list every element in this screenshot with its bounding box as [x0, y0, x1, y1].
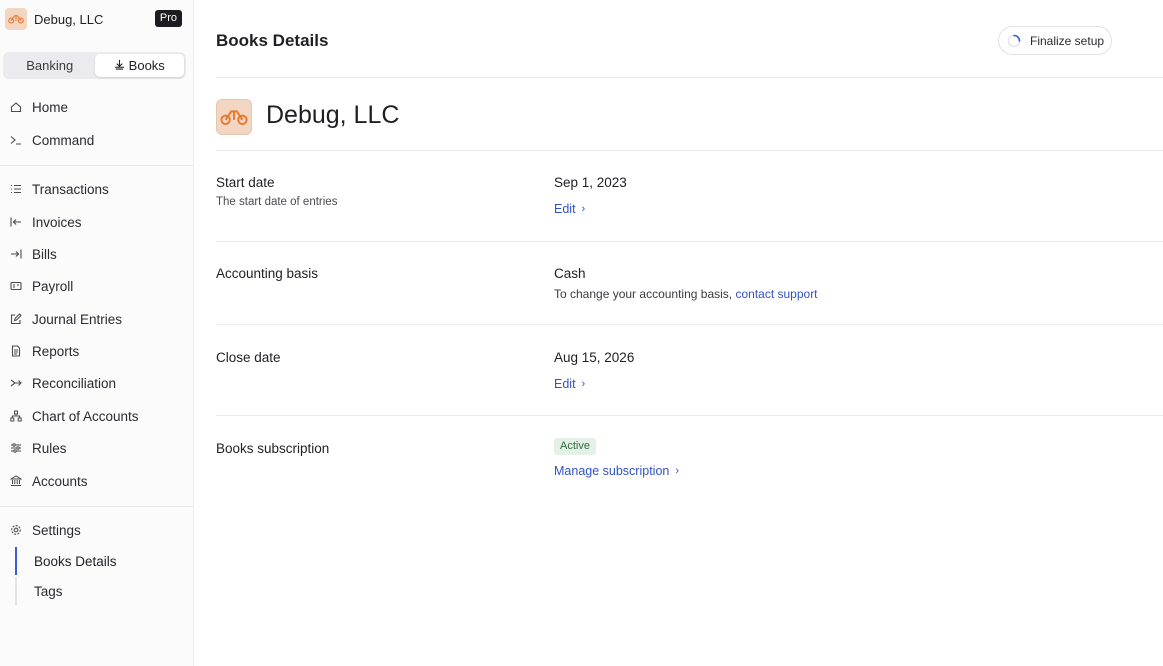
nav-bills-label: Bills [32, 246, 57, 262]
nav-journal-entries-label: Journal Entries [32, 311, 123, 327]
nav-reconciliation[interactable]: Reconciliation [0, 370, 193, 396]
close-date-value: Aug 15, 2026 [554, 350, 635, 365]
main-content: Books Details Finalize setup Debug, LLC … [216, 0, 1163, 666]
close-date-edit-label: Edit [554, 377, 576, 391]
books-tab[interactable]: Books [94, 54, 184, 77]
nav-command[interactable]: Command [0, 127, 193, 153]
accounting-basis-value: Cash [554, 266, 586, 281]
finalize-setup-button[interactable]: Finalize setup [998, 26, 1112, 55]
nav-books-details-label: Books Details [34, 553, 117, 569]
accounting-basis-note: To change your accounting basis, contact… [554, 287, 818, 301]
plan-badge: Pro [154, 10, 182, 27]
nav-invoices-label: Invoices [32, 214, 82, 230]
nav-payroll[interactable]: Payroll [0, 273, 193, 299]
chevron-right-icon: › [675, 465, 680, 477]
nav-reports-label: Reports [32, 343, 80, 359]
gear-icon [9, 523, 23, 537]
books-icon [114, 59, 125, 73]
header-divider [216, 77, 1163, 78]
accounting-basis-label: Accounting basis [216, 266, 319, 281]
books-tab-label: Books [128, 58, 165, 73]
start-date-edit-link[interactable]: Edit › [554, 202, 585, 216]
home-icon [9, 100, 23, 114]
nav-chart-of-accounts-label: Chart of Accounts [32, 408, 139, 424]
accounting-basis-note-text: To change your accounting basis, [554, 287, 733, 301]
arrow-out-icon [9, 247, 23, 261]
section-divider [216, 324, 1163, 325]
section-divider [216, 415, 1163, 416]
manage-subscription-label: Manage subscription [554, 464, 670, 478]
nav-tags-label: Tags [34, 583, 63, 599]
product-switcher: Banking Books [3, 52, 186, 79]
nav-payroll-label: Payroll [32, 278, 74, 294]
status-badge: Active [554, 438, 596, 455]
sidebar-divider [0, 506, 193, 507]
nav-tags[interactable]: Tags [15, 577, 193, 605]
terminal-icon [9, 133, 23, 147]
finalize-setup-label: Finalize setup [1030, 33, 1105, 48]
nav-reports[interactable]: Reports [0, 338, 193, 364]
close-date-label: Close date [216, 350, 281, 365]
company-logo-icon [216, 99, 252, 135]
pencil-square-icon [9, 312, 23, 326]
nav-accounts-label: Accounts [32, 473, 88, 489]
id-card-icon [9, 279, 23, 293]
nav-transactions-label: Transactions [32, 181, 109, 197]
nav-rules[interactable]: Rules [0, 435, 193, 461]
start-date-value: Sep 1, 2023 [554, 175, 627, 190]
hierarchy-icon [9, 409, 23, 423]
manage-subscription-link[interactable]: Manage subscription › [554, 464, 679, 478]
bank-icon [9, 474, 23, 488]
nav-invoices[interactable]: Invoices [0, 209, 193, 235]
nav-bills[interactable]: Bills [0, 241, 193, 267]
banking-tab-label: Banking [26, 58, 74, 73]
section-divider [216, 150, 1163, 151]
company-logo-icon [5, 8, 27, 30]
close-date-edit-link[interactable]: Edit › [554, 377, 585, 391]
start-date-edit-label: Edit [554, 202, 576, 216]
start-date-description: The start date of entries [216, 196, 338, 208]
nav-rules-label: Rules [32, 440, 67, 456]
nav-reconciliation-label: Reconciliation [32, 375, 117, 391]
nav-home-label: Home [32, 99, 69, 115]
list-icon [9, 182, 23, 196]
nav-books-details[interactable]: Books Details [15, 547, 193, 575]
org-name: Debug, LLC [34, 11, 104, 27]
section-divider [216, 241, 1163, 242]
org-switcher[interactable]: Debug, LLC Pro [5, 7, 185, 31]
spinner-icon [1007, 34, 1021, 48]
company-name: Debug, LLC [266, 101, 400, 129]
nav-transactions[interactable]: Transactions [0, 176, 193, 202]
nav-settings[interactable]: Settings [0, 517, 193, 543]
chevron-right-icon: › [581, 203, 586, 215]
start-date-label: Start date [216, 175, 275, 190]
books-subscription-label: Books subscription [216, 441, 330, 456]
sidebar-divider [0, 165, 193, 166]
nav-command-label: Command [32, 132, 95, 148]
page-title: Books Details [216, 31, 329, 50]
contact-support-link[interactable]: contact support [735, 287, 817, 301]
nav-home[interactable]: Home [0, 94, 193, 120]
arrow-in-icon [9, 215, 23, 229]
sliders-icon [9, 441, 23, 455]
banking-tab[interactable]: Banking [5, 54, 95, 77]
merge-icon [9, 376, 23, 390]
sidebar: Debug, LLC Pro Banking Books Home Comman… [0, 0, 194, 666]
document-icon [9, 344, 23, 358]
nav-settings-label: Settings [32, 522, 81, 538]
chevron-right-icon: › [581, 378, 586, 390]
nav-chart-of-accounts[interactable]: Chart of Accounts [0, 403, 193, 429]
nav-accounts[interactable]: Accounts [0, 468, 193, 494]
nav-journal-entries[interactable]: Journal Entries [0, 306, 193, 332]
